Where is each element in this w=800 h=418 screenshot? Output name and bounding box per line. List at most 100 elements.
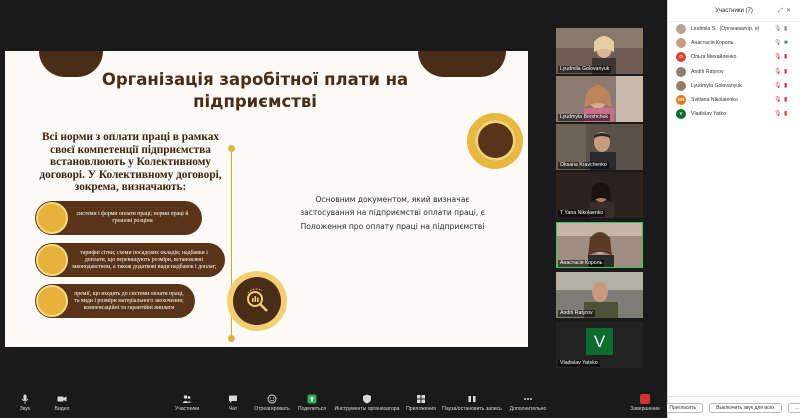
video-tile-active-speaker[interactable]: Анастасія Король bbox=[556, 222, 643, 268]
video-tile-name: T Yana Nikolaenko bbox=[558, 210, 606, 217]
popout-icon[interactable]: ⤢ bbox=[778, 8, 786, 14]
slide-list-item: премії, що входять до системи оплати пра… bbox=[35, 284, 195, 318]
react-button[interactable]: Отреагировать bbox=[254, 394, 290, 412]
participants-panel-footer: Пригласить Выключить звук для всех … bbox=[662, 396, 800, 418]
participant-avatar bbox=[676, 80, 686, 91]
participants-button-label: Участники bbox=[174, 406, 200, 412]
video-button[interactable]: Видео bbox=[50, 394, 74, 412]
share-icon bbox=[307, 394, 317, 404]
video-button-label: Видео bbox=[54, 406, 70, 412]
camera-on-icon[interactable]: ■ bbox=[784, 40, 792, 46]
record-button[interactable]: Пауза/остановить запись bbox=[442, 394, 502, 412]
slide-list-item-text: системи і форми оплати праці; норми прац… bbox=[76, 211, 189, 224]
end-meeting-button[interactable]: Завершение bbox=[628, 394, 662, 412]
participant-name: Liudmila S.. (Организатор, я) bbox=[691, 26, 760, 33]
participant-row[interactable]: Andrii Ratyrov 🎙 ▮ bbox=[668, 65, 800, 79]
chat-button[interactable]: Чат bbox=[224, 394, 242, 412]
camera-off-icon[interactable]: ▮ bbox=[784, 69, 792, 75]
mic-muted-icon[interactable]: 🎙 bbox=[774, 54, 782, 61]
bullet-circle bbox=[36, 202, 68, 234]
decorative-circle bbox=[467, 113, 523, 169]
camera-off-icon[interactable]: ▮ bbox=[784, 83, 792, 89]
chat-icon bbox=[229, 395, 237, 403]
video-tile[interactable]: Lyudmyla Borshchuk bbox=[556, 76, 643, 122]
participant-row[interactable]: V Vladislav Yatko 🎙 ▮ bbox=[668, 107, 800, 121]
mic-muted-icon[interactable]: 🎙 bbox=[774, 69, 782, 76]
analytics-icon bbox=[227, 271, 287, 331]
slide-decoration-right bbox=[418, 51, 506, 77]
apps-icon bbox=[417, 395, 425, 403]
more-icon bbox=[524, 398, 532, 400]
video-tile-name: Andrii Ratyrov bbox=[558, 310, 595, 317]
presentation-slide: Організація заробітної плати на підприєм… bbox=[5, 51, 528, 347]
more-button[interactable]: Дополнительно bbox=[508, 394, 548, 412]
participants-panel-header: Участники (7) ⤢✕ bbox=[668, 0, 800, 22]
mic-muted-icon[interactable]: 🎙 bbox=[774, 111, 782, 118]
bullet-circle bbox=[36, 244, 68, 276]
mic-muted-icon[interactable]: 🎙 bbox=[774, 97, 782, 104]
camera-off-icon[interactable]: ▮ bbox=[784, 111, 792, 117]
audio-button[interactable]: Звук bbox=[14, 394, 36, 412]
camera-off-icon[interactable]: ▮ bbox=[784, 97, 792, 103]
more-button-label: Дополнительно bbox=[509, 406, 547, 412]
slide-list-item-text: тарифні сітки; схеми посадових окладів; … bbox=[71, 249, 217, 270]
video-tile-name: Oksana Kravchenko bbox=[558, 162, 609, 169]
video-tile-name: Lyudmila Golovanyuk bbox=[558, 66, 612, 73]
participant-avatar bbox=[676, 24, 686, 35]
camera-off-icon[interactable]: ▮ bbox=[784, 54, 792, 60]
participants-icon bbox=[182, 395, 192, 403]
video-tile[interactable]: V Vladislav Yatsko bbox=[556, 322, 643, 368]
end-icon bbox=[640, 394, 650, 404]
participants-panel: Участники (7) ⤢✕ Liudmila S.. (Организат… bbox=[662, 0, 800, 418]
mic-icon[interactable]: 🎙 bbox=[774, 40, 782, 47]
magnifier-chart-icon bbox=[247, 288, 268, 312]
host-tools-button[interactable]: Инструменты организатора bbox=[334, 394, 400, 412]
share-button[interactable]: Поделиться bbox=[296, 394, 328, 412]
participant-row[interactable]: О Ольга Михайленко 🎙 ▮ bbox=[668, 50, 800, 64]
participant-row[interactable]: Анастасія Король 🎙 ■ bbox=[668, 36, 800, 50]
participant-name: Анастасія Король bbox=[691, 40, 734, 47]
video-tile[interactable]: T Yana Nikolaenko bbox=[556, 172, 643, 218]
participant-avatar: SN bbox=[676, 95, 686, 106]
participant-row[interactable]: SN Svitlana Nikolaienko 🎙 ▮ bbox=[668, 93, 800, 107]
participant-row[interactable]: Lyudmyla Golovanyuk 🎙 ▮ bbox=[668, 79, 800, 93]
bullet-circle bbox=[36, 285, 68, 317]
camera-icon[interactable]: ▮ bbox=[784, 26, 792, 32]
slide-list-item: системи і форми оплати праці; норми прац… bbox=[35, 201, 202, 235]
apps-button[interactable]: Приложения bbox=[404, 394, 438, 412]
react-icon bbox=[267, 394, 277, 404]
host-tools-icon bbox=[363, 394, 371, 404]
host-tools-button-label: Инструменты организатора bbox=[334, 406, 400, 412]
participant-avatar: О bbox=[676, 52, 686, 63]
record-icon bbox=[468, 396, 476, 402]
timeline-dot bbox=[228, 145, 235, 152]
end-meeting-button-label: Завершение bbox=[630, 406, 660, 412]
mic-icon[interactable]: 🎙 bbox=[774, 26, 782, 33]
close-icon[interactable]: ✕ bbox=[786, 8, 794, 14]
meeting-toolbar: Звук Видео Участники Чат Отреагировать П… bbox=[0, 392, 667, 418]
participant-name: Svitlana Nikolaienko bbox=[691, 97, 738, 104]
participant-row[interactable]: Liudmila S.. (Организатор, я) 🎙 ▮ bbox=[668, 22, 800, 36]
participant-avatar: V bbox=[586, 328, 613, 355]
more-options-button[interactable]: … bbox=[787, 402, 800, 413]
participant-name: Andrii Ratyrov bbox=[691, 68, 724, 75]
mute-all-button[interactable]: Выключить звук для всех bbox=[709, 402, 782, 413]
slide-intro-text: Всі норми з оплати праці в рамках своєї … bbox=[39, 131, 222, 194]
slide-title: Організація заробітної плати на підприєм… bbox=[101, 70, 409, 111]
video-icon bbox=[57, 396, 67, 402]
slide-main-document-text: Основним документом, який визначає засто… bbox=[300, 195, 485, 231]
video-tile[interactable]: Oksana Kravchenko bbox=[556, 124, 643, 170]
mic-muted-icon[interactable]: 🎙 bbox=[774, 83, 782, 90]
participant-avatar bbox=[676, 66, 686, 77]
slide-list-item: тарифні сітки; схеми посадових окладів; … bbox=[35, 243, 225, 277]
participants-button[interactable]: Участники bbox=[170, 394, 204, 412]
invite-button[interactable]: Пригласить bbox=[662, 402, 704, 413]
video-tile[interactable]: Andrii Ratyrov bbox=[556, 272, 643, 318]
timeline-dot bbox=[228, 335, 235, 342]
video-tile-name: Vladislav Yatsko bbox=[558, 360, 600, 367]
participant-avatar: V bbox=[676, 109, 686, 120]
participants-panel-title: Участники (7) bbox=[715, 7, 753, 14]
react-button-label: Отреагировать bbox=[254, 406, 290, 412]
video-tile[interactable]: Lyudmila Golovanyuk bbox=[556, 28, 643, 74]
zoom-meeting-window: Організація заробітної плати на підприєм… bbox=[0, 0, 800, 418]
